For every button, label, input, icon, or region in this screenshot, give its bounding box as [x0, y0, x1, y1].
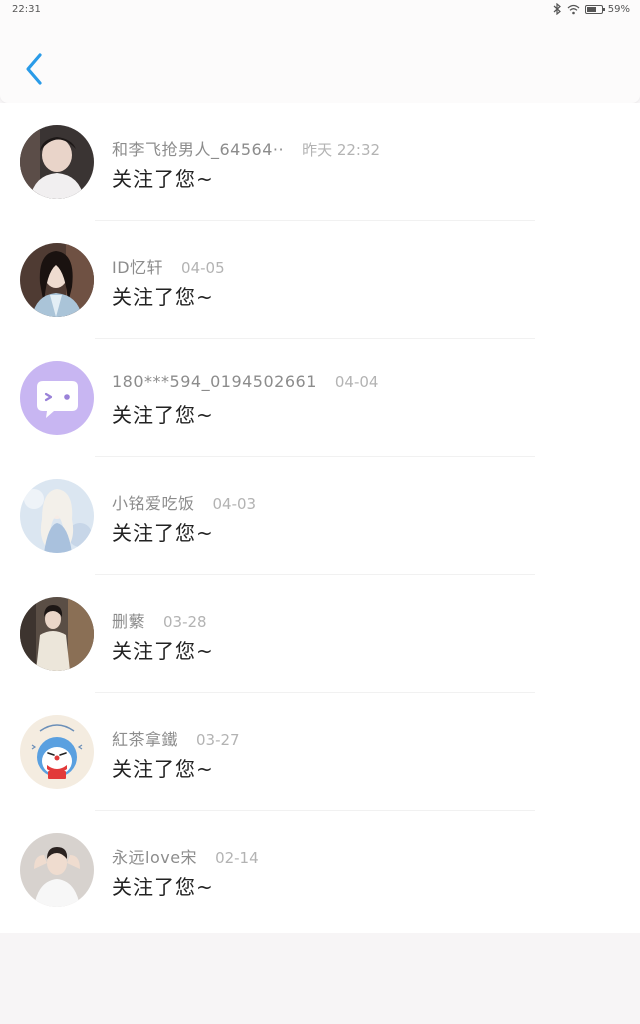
avatar[interactable]: [20, 243, 94, 317]
avatar[interactable]: [20, 833, 94, 907]
avatar-image: [20, 833, 94, 907]
chat-bubble-icon: [20, 361, 94, 435]
name-line: 和李飞抢男人_64564·· 昨天 22:32: [112, 136, 380, 160]
name-line: 永远love宋 02-14: [112, 844, 259, 868]
message-text: 关注了您~: [112, 875, 214, 899]
empty-footer-area: [0, 933, 640, 1024]
battery-fill: [586, 6, 596, 12]
avatar[interactable]: [20, 715, 94, 789]
date: 昨天 22:32: [302, 141, 381, 159]
message-text: 关注了您~: [112, 521, 214, 545]
date: 02-14: [215, 849, 259, 867]
message-text: 关注了您~: [112, 285, 214, 309]
user-name[interactable]: 小铭爱吃饭: [112, 490, 195, 514]
bluetooth-icon: [553, 3, 561, 15]
list-item[interactable]: 和李飞抢男人_64564·· 昨天 22:32 关注了您~: [0, 103, 640, 221]
message-text: 关注了您~: [112, 757, 214, 781]
list-item[interactable]: ID忆轩 04-05 关注了您~: [0, 221, 640, 339]
list-item[interactable]: 180***594_0194502661 04-04 关注了您~: [0, 339, 640, 457]
doraemon-icon: [20, 715, 94, 789]
date: 04-03: [212, 495, 257, 513]
date: 04-04: [334, 373, 379, 391]
back-button[interactable]: [16, 46, 52, 92]
name-line: 删蘩 03-28: [112, 608, 207, 632]
status-icons: 59%: [553, 3, 630, 15]
wifi-icon: [567, 4, 580, 14]
user-name[interactable]: 删蘩: [112, 608, 145, 632]
user-name[interactable]: 永远love宋: [112, 844, 197, 868]
avatar[interactable]: [20, 597, 94, 671]
status-time: 22:31: [12, 4, 41, 15]
list-item[interactable]: 紅茶拿鐵 03-27 关注了您~: [0, 693, 640, 811]
date: 04-05: [181, 259, 225, 277]
name-line: 紅茶拿鐵 03-27: [112, 726, 240, 750]
list-item[interactable]: 永远love宋 02-14 关注了您~: [0, 811, 640, 929]
avatar-image: [20, 243, 94, 317]
list-item[interactable]: 删蘩 03-28 关注了您~: [0, 575, 640, 693]
status-bar: 22:31 59%: [0, 0, 640, 20]
battery-icon: [584, 4, 605, 14]
list-item[interactable]: 小铭爱吃饭 04-03 关注了您~: [0, 457, 640, 575]
message-text: 关注了您~: [112, 167, 214, 191]
message-text: 关注了您~: [112, 403, 214, 427]
name-line: ID忆轩 04-05: [112, 254, 225, 278]
user-name[interactable]: 180***594_0194502661: [112, 372, 317, 391]
date: 03-27: [196, 731, 240, 749]
top-navigation-bar: 22:31 59%: [0, 0, 640, 103]
follower-notification-list: 和李飞抢男人_64564·· 昨天 22:32 关注了您~ ID忆轩 04-05…: [0, 103, 640, 933]
name-line: 180***594_0194502661 04-04: [112, 372, 378, 391]
chevron-left-icon: [26, 53, 42, 85]
user-name[interactable]: ID忆轩: [112, 254, 163, 278]
avatar-image: [20, 479, 94, 553]
user-name[interactable]: 和李飞抢男人_64564··: [112, 136, 284, 160]
user-name[interactable]: 紅茶拿鐵: [112, 726, 178, 750]
avatar-image: [20, 597, 94, 671]
avatar-image: [20, 125, 94, 199]
avatar[interactable]: [20, 361, 94, 435]
date: 03-28: [163, 613, 207, 631]
name-line: 小铭爱吃饭 04-03: [112, 490, 256, 514]
battery-percent: 59%: [607, 3, 630, 15]
message-text: 关注了您~: [112, 639, 214, 663]
avatar[interactable]: [20, 125, 94, 199]
avatar[interactable]: [20, 479, 94, 553]
